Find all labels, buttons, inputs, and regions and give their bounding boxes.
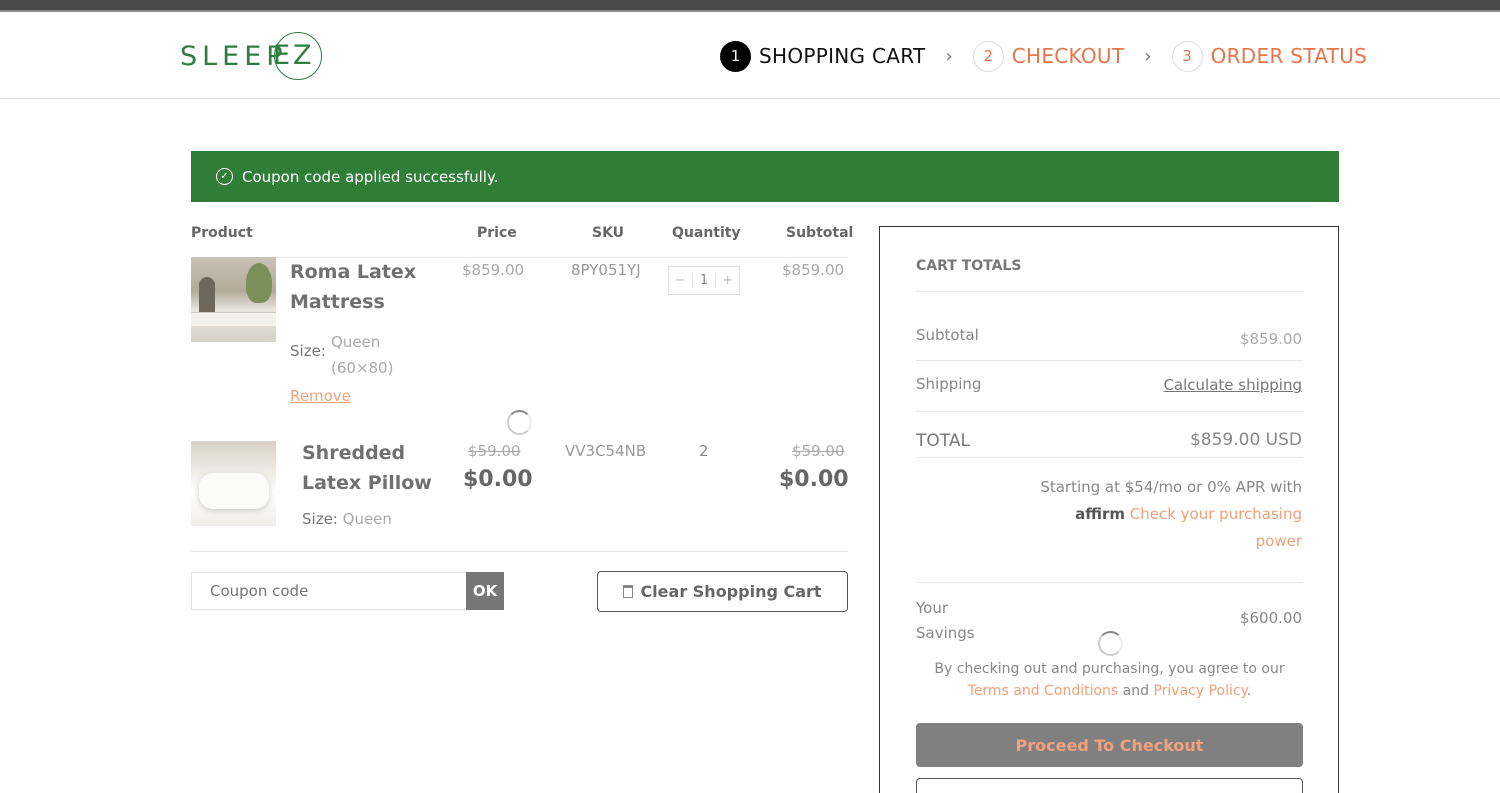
terms-period: .	[1246, 683, 1252, 699]
product-name-line: Mattress	[290, 291, 385, 313]
step-shopping-cart[interactable]: 1 SHOPPING CART	[720, 40, 926, 72]
qty-increase-button[interactable]: +	[716, 273, 739, 288]
affirm-prequalify-link[interactable]: Check your purchasing	[1130, 505, 1302, 523]
product-image[interactable]	[191, 441, 276, 526]
affirm-prequalify-link-cont[interactable]: power	[972, 528, 1302, 555]
affirm-promo: Starting at $54/mo or 0% APR with affirm…	[972, 474, 1302, 555]
size-value: Queen (60×80)	[331, 329, 393, 381]
size-line: (60×80)	[331, 359, 394, 377]
item-old-price: $59.00	[468, 442, 521, 460]
divider	[916, 291, 1303, 292]
proceed-to-checkout-button[interactable]: Proceed To Checkout	[916, 723, 1303, 767]
product-name[interactable]: Shredded Latex Pillow	[302, 438, 432, 498]
step-number: 2	[972, 40, 1004, 72]
header-sku: SKU	[592, 225, 625, 241]
savings-label: Your Savings	[916, 596, 975, 646]
image-detail	[199, 277, 215, 315]
step-checkout[interactable]: 2 CHECKOUT	[972, 40, 1125, 72]
savings-label-line: Savings	[916, 624, 975, 642]
divider	[916, 411, 1303, 412]
terms-link[interactable]: Terms and Conditions	[968, 683, 1119, 699]
item-sku: VV3C54NB	[565, 442, 647, 460]
product-name-line: Shredded	[302, 442, 406, 464]
size-value: Queen	[342, 510, 392, 528]
remove-link[interactable]: Remove	[290, 387, 351, 405]
divider	[916, 582, 1303, 583]
divider	[916, 360, 1303, 361]
size-label: Size:	[290, 342, 326, 360]
step-label: CHECKOUT	[1011, 44, 1125, 68]
clear-cart-button[interactable]: Clear Shopping Cart	[597, 571, 848, 612]
header-quantity: Quantity	[672, 225, 741, 241]
qty-input[interactable]: 1	[691, 273, 717, 288]
product-image[interactable]	[191, 257, 276, 342]
coupon-code-input[interactable]	[191, 572, 467, 610]
apply-coupon-button[interactable]: OK	[466, 572, 504, 610]
calculate-shipping-link[interactable]: Calculate shipping	[1163, 376, 1302, 394]
quantity-stepper: − 1 +	[668, 266, 740, 295]
size-label: Size:	[302, 510, 338, 528]
item-subtotal: $0.00	[779, 467, 849, 492]
chevron-right-icon: ›	[945, 45, 953, 67]
divider	[916, 457, 1303, 458]
product-name[interactable]: Roma Latex Mattress	[290, 257, 416, 317]
logo-suffix: EZ	[273, 40, 315, 71]
qty-decrease-button[interactable]: −	[669, 273, 692, 288]
terms-notice: By checking out and purchasing, you agre…	[916, 658, 1303, 702]
shipping-label: Shipping	[916, 375, 982, 393]
item-price: $859.00	[462, 261, 525, 279]
affirm-logo: affirm	[1075, 505, 1125, 523]
secondary-checkout-button[interactable]	[916, 778, 1303, 793]
savings-label-line: Your	[916, 599, 949, 617]
image-detail	[246, 263, 272, 303]
check-circle-icon: ✓	[216, 168, 233, 185]
subtotal-label: Subtotal	[916, 326, 979, 344]
step-label: ORDER STATUS	[1210, 44, 1368, 68]
subtotal-value: $859.00	[1239, 330, 1302, 348]
item-old-subtotal: $59.00	[792, 442, 845, 460]
item-price: $0.00	[463, 467, 533, 492]
items-divider	[191, 551, 848, 552]
terms-links: Terms and Conditions and Privacy Policy.	[916, 680, 1303, 702]
clear-cart-label: Clear Shopping Cart	[640, 582, 822, 601]
image-detail	[199, 473, 269, 509]
chevron-right-icon: ›	[1144, 45, 1152, 67]
site-header: SLEEP EZ 1 SHOPPING CART › 2 CHECKOUT › …	[0, 12, 1500, 99]
product-name-line: Roma Latex	[290, 261, 417, 283]
cart-totals-title: CART TOTALS	[916, 258, 1022, 274]
total-label: TOTAL	[916, 431, 970, 451]
item-subtotal: $859.00	[782, 261, 845, 279]
step-number: 3	[1171, 40, 1203, 72]
header-price: Price	[477, 225, 517, 241]
header-product: Product	[191, 225, 253, 241]
affirm-text: Starting at $54/mo or 0% APR with	[1040, 478, 1302, 496]
trash-icon	[623, 585, 634, 598]
loading-spinner-icon	[507, 410, 532, 435]
size-row: Size: Queen	[302, 510, 392, 528]
cart-totals-panel: CART TOTALS Subtotal $859.00 Shipping Ca…	[879, 226, 1339, 793]
item-sku: 8PY051YJ	[571, 261, 641, 279]
logo-text: SLEEP	[180, 40, 288, 72]
savings-value: $600.00	[1239, 609, 1302, 627]
loading-spinner-icon	[1098, 631, 1123, 656]
image-detail	[191, 312, 276, 326]
privacy-link[interactable]: Privacy Policy	[1153, 683, 1246, 699]
total-value: $859.00 USD	[1189, 430, 1302, 450]
size-line: Queen	[331, 333, 381, 351]
step-order-status[interactable]: 3 ORDER STATUS	[1171, 40, 1368, 72]
header-subtotal: Subtotal	[786, 225, 854, 241]
alert-message: Coupon code applied successfully.	[242, 167, 499, 186]
sleepez-logo[interactable]: SLEEP EZ	[180, 32, 322, 80]
terms-text: By checking out and purchasing, you agre…	[934, 661, 1285, 677]
item-qty: 2	[699, 442, 709, 460]
step-number: 1	[720, 40, 751, 72]
browser-top-strip	[0, 0, 1500, 12]
checkout-steps: 1 SHOPPING CART › 2 CHECKOUT › 3 ORDER S…	[720, 40, 1367, 72]
affirm-line: affirm Check your purchasing	[972, 501, 1302, 528]
coupon-success-alert: ✓ Coupon code applied successfully.	[191, 151, 1339, 202]
terms-and: and	[1122, 683, 1150, 699]
step-label: SHOPPING CART	[759, 44, 926, 68]
product-name-line: Latex Pillow	[302, 472, 432, 494]
